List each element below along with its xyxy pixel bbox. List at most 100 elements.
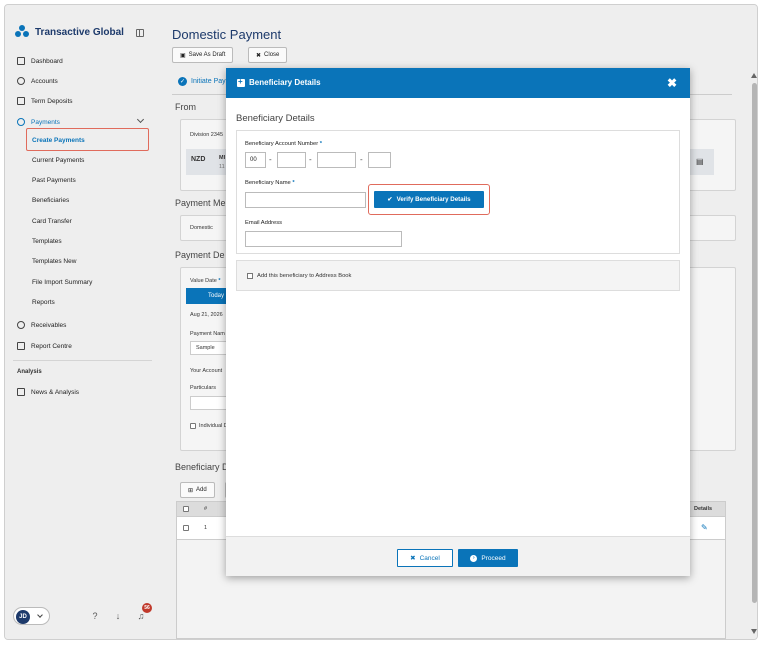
brand[interactable]: Transactive Global [15,25,124,39]
sidebar-divider [13,360,152,361]
payment-name-label: Payment Nam [190,331,225,337]
beneficiary-name-input[interactable] [245,192,366,208]
arrow-right-icon: › [470,554,478,562]
check-icon: ✔ [387,196,393,203]
page-scrollbar[interactable] [750,71,757,637]
account-branch-input[interactable] [277,152,306,168]
close-icon: ✖ [256,52,262,59]
sidebar-item-dashboard[interactable]: Dashboard [17,55,63,67]
beneficiary-section-title: Beneficiary D [175,462,229,472]
download-icon[interactable]: ↓ [113,611,123,621]
address-book-checkbox[interactable] [247,273,253,279]
chevron-down-icon [37,612,43,618]
sidebar-item-report-centre[interactable]: Report Centre [17,340,72,352]
sidebar: Transactive Global Dashboard Accounts Te… [5,5,160,639]
sidebar-item-label: Accounts [31,77,58,85]
payment-method-value: Domestic [190,225,213,231]
modal-close-icon[interactable]: ✖ [667,76,677,90]
sidebar-item-payments[interactable]: Payments [17,116,60,128]
proceed-button[interactable]: › Proceed [458,549,518,567]
report-centre-icon [17,342,25,350]
save-draft-label: Save As Draft [188,52,226,58]
scroll-down-icon[interactable] [751,629,757,634]
grid-hash-header: # [204,506,208,512]
individual-label: Individual D [199,423,228,429]
sidebar-item-file-import-summary[interactable]: File Import Summary [32,279,92,286]
payment-details-title: Payment De [175,250,225,260]
sidebar-item-templates-new[interactable]: Templates New [32,258,76,265]
verify-beneficiary-button[interactable]: ✔ Verify Beneficiary Details [374,191,484,208]
tab-label: Initiate Pay [191,78,226,85]
row-number: 1 [204,525,208,531]
edit-icon[interactable]: ✎ [701,523,708,532]
select-all-checkbox[interactable] [183,506,189,512]
close-button[interactable]: ✖ Close [248,47,288,63]
add-icon: ⊞ [188,487,194,494]
collapse-sidebar-icon[interactable] [136,29,144,37]
account-bank-input[interactable]: 00 [245,152,266,168]
help-icon[interactable]: ? [90,611,100,621]
email-input[interactable] [245,231,402,247]
sidebar-item-accounts[interactable]: Accounts [17,75,58,87]
account-suffix-input[interactable] [368,152,391,168]
modal-footer: ✖ Cancel › Proceed [226,536,690,576]
sidebar-item-news-analysis[interactable]: News & Analysis [17,386,79,398]
brand-title: Transactive Global [35,26,124,38]
news-icon [17,388,25,396]
payment-method-title: Payment Me [175,198,226,208]
sidebar-item-receivables[interactable]: Receivables [17,319,66,331]
sidebar-item-reports[interactable]: Reports [32,299,55,306]
close-label: Close [264,52,280,58]
sidebar-item-current-payments[interactable]: Current Payments [32,157,84,164]
save-icon: ▣ [180,52,186,59]
email-label: Email Address [245,220,283,226]
add-box-icon [237,77,245,87]
chevron-down-icon[interactable] [136,115,145,124]
from-section-title: From [175,102,196,112]
page-title: Domestic Payment [172,27,282,42]
modal-title: Beneficiary Details [249,78,321,87]
scroll-up-icon[interactable] [751,73,757,78]
scroll-thumb[interactable] [752,83,757,603]
sidebar-item-label: Term Deposits [31,97,73,105]
cancel-label: Cancel [419,554,440,562]
sidebar-item-past-payments[interactable]: Past Payments [32,177,76,184]
sidebar-item-label: Dashboard [31,57,63,65]
modal-header: Beneficiary Details ✖ [226,68,690,98]
save-draft-button[interactable]: ▣ Save As Draft [172,47,234,63]
value-date-label: Value Date * [190,278,221,284]
sidebar-item-beneficiaries[interactable]: Beneficiaries [32,197,69,204]
user-bar: JD ? ↓ ♫ 56 [13,603,153,627]
dash-separator: - [269,155,272,164]
individual-checkbox[interactable] [190,423,196,429]
add-label: Add [196,487,207,493]
notification-badge: 56 [142,603,152,613]
document-icon[interactable]: ▤ [696,157,704,166]
sidebar-item-card-transfer[interactable]: Card Transfer [32,218,72,225]
dashboard-icon [17,57,25,65]
term-deposits-icon [17,97,25,105]
avatar: JD [16,610,30,624]
tab-initiate-payment[interactable]: ✓ Initiate Pay [178,77,226,86]
user-menu-button[interactable]: JD [13,607,50,625]
row-checkbox[interactable] [183,525,189,531]
sidebar-item-label: News & Analysis [31,388,80,396]
proceed-label: Proceed [481,554,506,562]
sidebar-item-term-deposits[interactable]: Term Deposits [17,95,73,107]
add-beneficiary-button[interactable]: ⊞ Add [180,482,215,498]
dash-separator: - [309,155,312,164]
sidebar-item-label: Report Centre [31,342,72,350]
account-number: 11 [219,164,225,170]
sidebar-item-label: Payments [31,118,60,126]
dash-separator: - [360,155,363,164]
date-value: Aug 21, 2026 [190,312,223,318]
grid-details-header: Details [694,506,713,512]
particulars-label: Particulars [190,385,216,391]
currency-label: NZD [191,156,206,163]
address-book-label: Add this beneficiary to Address Book [257,273,352,279]
sidebar-item-templates[interactable]: Templates [32,238,62,245]
account-body-input[interactable] [317,152,356,168]
account-code: MI [219,155,226,161]
sidebar-item-create-payments[interactable]: Create Payments [32,137,85,144]
cancel-button[interactable]: ✖ Cancel [397,549,453,567]
